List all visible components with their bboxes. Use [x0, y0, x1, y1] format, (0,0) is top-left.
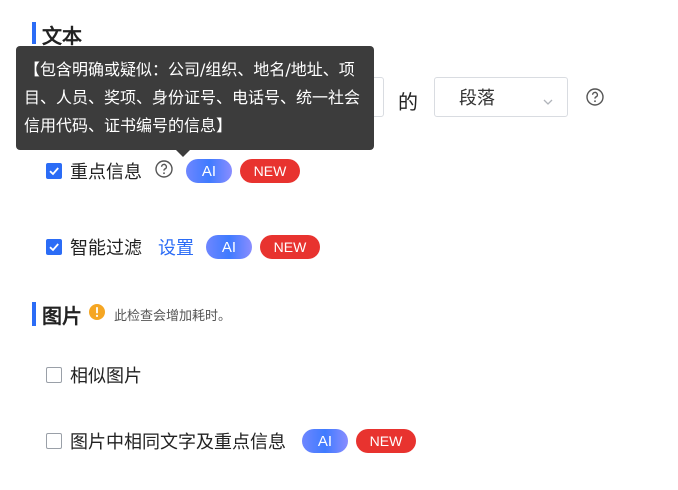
warning-icon	[88, 303, 106, 325]
text-section-title: 文本	[42, 24, 82, 48]
similar-images-checkbox[interactable]	[46, 367, 62, 383]
similar-images-row: 相似图片	[46, 362, 142, 388]
new-badge: NEW	[260, 235, 320, 259]
smart-filter-row: 智能过滤 设置 AI NEW	[46, 234, 320, 260]
chevron-down-icon	[543, 92, 553, 111]
same-text-checkbox[interactable]	[46, 433, 62, 449]
similar-images-label[interactable]: 相似图片	[70, 362, 142, 388]
smart-filter-settings-link[interactable]: 设置	[158, 234, 194, 260]
new-badge: NEW	[240, 159, 300, 183]
smart-filter-label[interactable]: 智能过滤	[70, 234, 142, 260]
image-section-bar	[32, 302, 36, 326]
smart-filter-checkbox[interactable]	[46, 239, 62, 255]
scope-help-icon[interactable]	[585, 87, 605, 111]
tooltip-arrow	[176, 150, 190, 157]
image-section-title: 图片	[42, 303, 82, 328]
key-info-row: 重点信息 AI NEW	[46, 158, 300, 184]
select-connector: 的	[398, 90, 418, 114]
same-text-label[interactable]: 图片中相同文字及重点信息	[70, 428, 286, 454]
ai-badge: AI	[186, 159, 232, 183]
ai-badge: AI	[302, 429, 348, 453]
ai-badge: AI	[206, 235, 252, 259]
scope-select[interactable]: 段落	[434, 77, 568, 117]
key-info-label[interactable]: 重点信息	[70, 158, 142, 184]
image-section-header: 图片 此检查会增加耗时。	[42, 302, 232, 328]
text-section-bar	[32, 22, 36, 44]
new-badge: NEW	[356, 429, 416, 453]
key-info-tooltip: 【包含明确或疑似：公司/组织、地名/地址、项目、人员、奖项、身份证号、电话号、统…	[16, 46, 374, 150]
same-text-row: 图片中相同文字及重点信息 AI NEW	[46, 428, 416, 454]
tooltip-text: 【包含明确或疑似：公司/组织、地名/地址、项目、人员、奖项、身份证号、电话号、统…	[24, 60, 361, 135]
scope-select-value: 段落	[459, 88, 495, 109]
key-info-help-icon[interactable]	[154, 159, 174, 183]
key-info-checkbox[interactable]	[46, 163, 62, 179]
image-section-note: 此检查会增加耗时。	[114, 308, 232, 324]
